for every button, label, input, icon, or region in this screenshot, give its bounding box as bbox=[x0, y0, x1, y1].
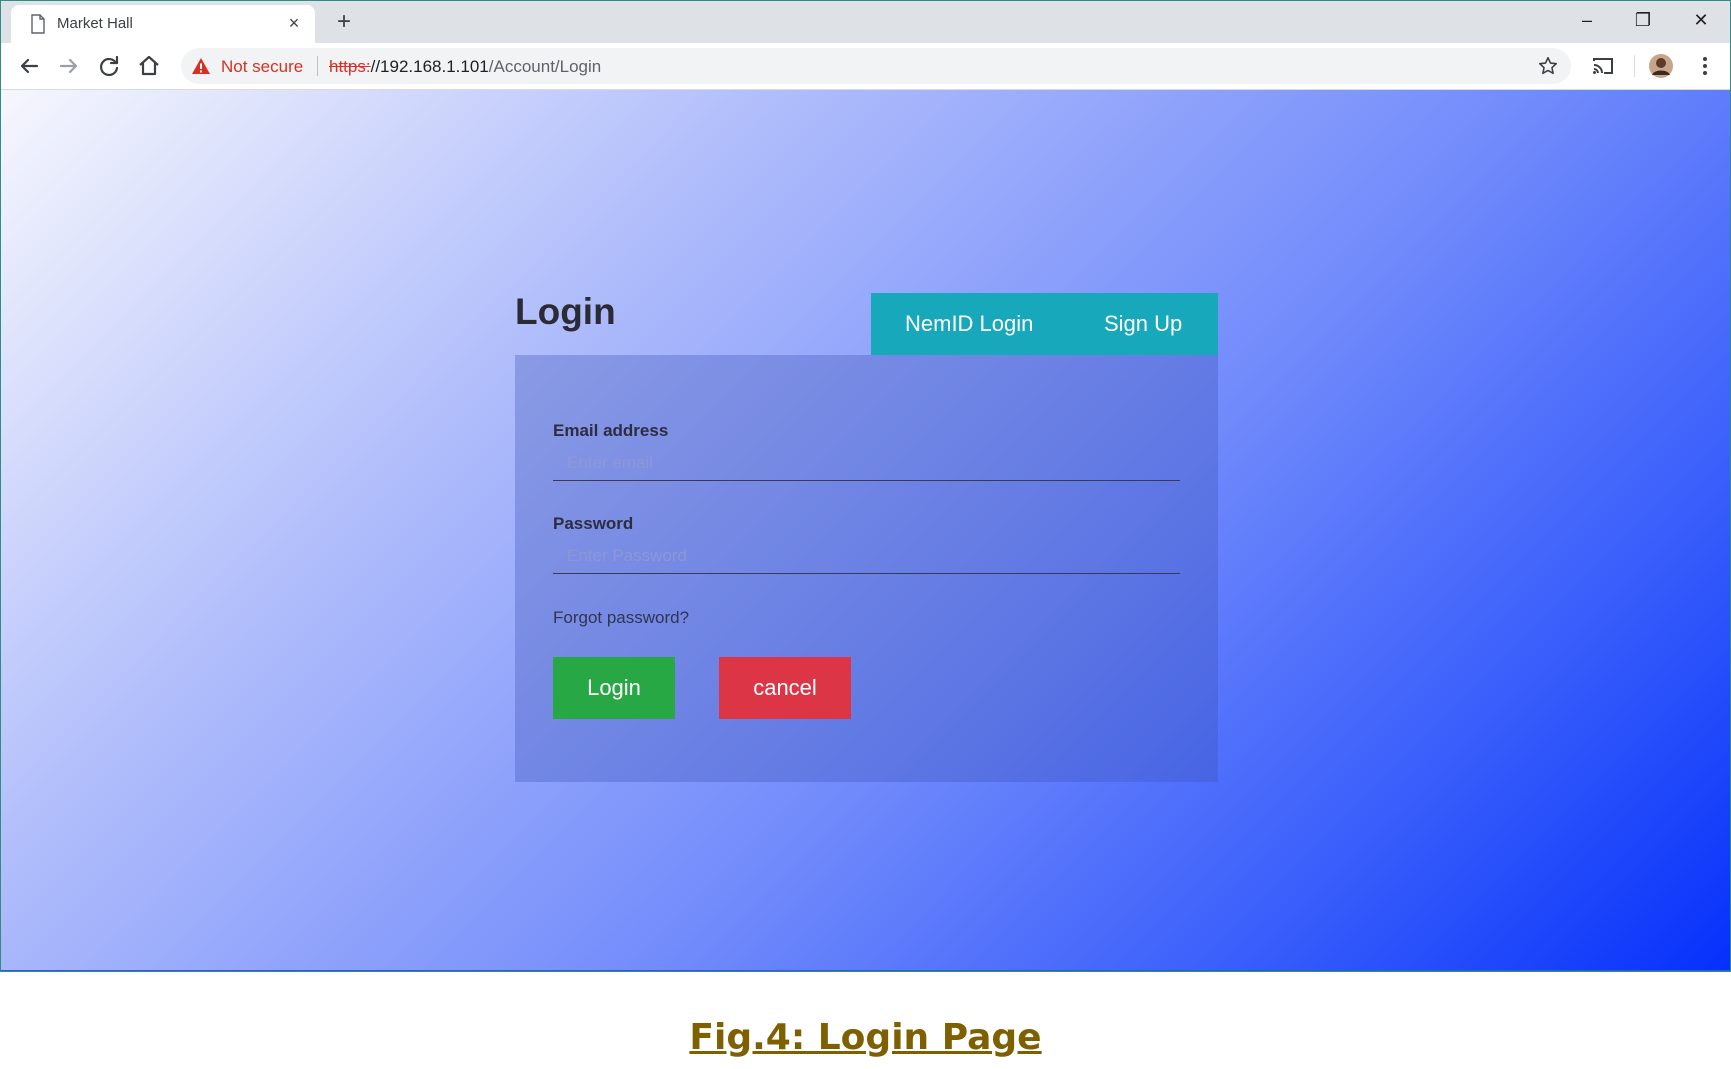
url-text[interactable]: https://192.168.1.101/Account/Login bbox=[329, 57, 601, 77]
email-label: Email address bbox=[553, 421, 669, 440]
cancel-button[interactable]: cancel bbox=[719, 657, 851, 719]
minimize-icon[interactable]: – bbox=[1567, 5, 1607, 35]
page-icon bbox=[31, 14, 45, 34]
toolbar-divider bbox=[1634, 55, 1635, 77]
close-window-icon[interactable]: ✕ bbox=[1681, 5, 1721, 35]
viewport-bottom-border bbox=[1, 970, 1730, 971]
reload-icon[interactable] bbox=[95, 52, 123, 80]
tab-title: Market Hall bbox=[57, 15, 133, 32]
page-viewport: Login NemID Login Sign Up Email address … bbox=[1, 90, 1730, 971]
url-divider bbox=[317, 56, 318, 76]
avatar[interactable] bbox=[1647, 52, 1675, 80]
warning-icon[interactable] bbox=[191, 56, 211, 76]
restore-icon[interactable]: ❐ bbox=[1623, 5, 1663, 35]
browser-toolbar: Not secure https://192.168.1.101/Account… bbox=[1, 43, 1730, 90]
forgot-password-link[interactable]: Forgot password? bbox=[553, 608, 689, 628]
menu-icon[interactable] bbox=[1691, 52, 1719, 80]
cast-icon[interactable] bbox=[1589, 52, 1617, 80]
new-tab-button[interactable]: + bbox=[329, 7, 359, 37]
url-path: /Account/Login bbox=[488, 57, 602, 76]
url-host: //192.168.1.101 bbox=[370, 57, 489, 76]
security-status[interactable]: Not secure bbox=[221, 57, 303, 77]
back-icon[interactable] bbox=[15, 52, 43, 80]
forward-icon[interactable] bbox=[55, 52, 83, 80]
browser-window: Market Hall × + – ❐ ✕ Not secure https:/… bbox=[0, 0, 1731, 972]
password-field[interactable] bbox=[553, 538, 1180, 574]
login-button[interactable]: Login bbox=[553, 657, 675, 719]
page-title: Login bbox=[515, 291, 616, 332]
home-icon[interactable] bbox=[135, 52, 163, 80]
password-label: Password bbox=[553, 514, 634, 533]
email-field[interactable] bbox=[553, 445, 1180, 481]
tab-sign-up[interactable]: Sign Up bbox=[1104, 293, 1182, 355]
star-icon[interactable] bbox=[1537, 55, 1559, 77]
close-tab-icon[interactable]: × bbox=[283, 12, 305, 34]
address-bar[interactable]: Not secure https://192.168.1.101/Account… bbox=[181, 48, 1571, 84]
login-form: Email address Password Forgot password? … bbox=[515, 355, 1218, 782]
tab-strip: Market Hall × + – ❐ ✕ bbox=[1, 1, 1730, 43]
auth-tab-bar: NemID Login Sign Up bbox=[871, 293, 1218, 355]
tab-nemid-login[interactable]: NemID Login bbox=[905, 293, 1033, 355]
url-scheme: https: bbox=[329, 57, 371, 76]
figure-caption: Fig.4: Login Page bbox=[689, 1017, 1042, 1058]
browser-tab[interactable]: Market Hall × bbox=[11, 5, 315, 43]
